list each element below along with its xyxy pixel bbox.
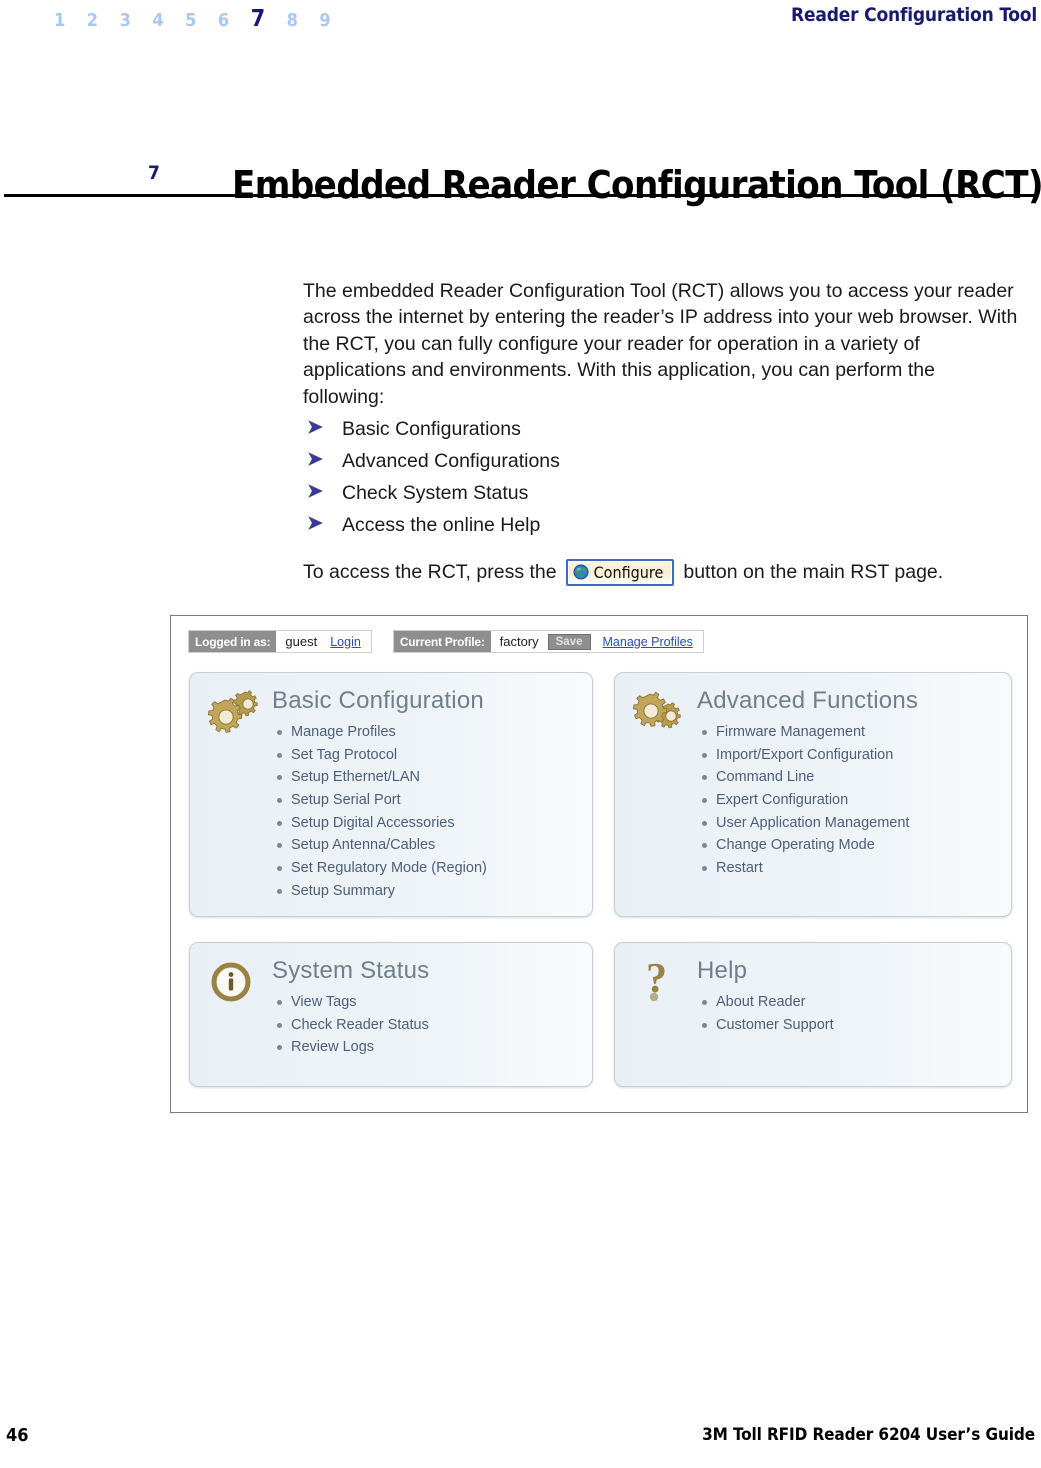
panel-list-item[interactable]: Setup Serial Port: [274, 789, 487, 812]
panel-list-item[interactable]: Set Regulatory Mode (Region): [274, 857, 487, 880]
footer-guide-title: 3M Toll RFID Reader 6204 User’s Guide: [702, 1425, 1035, 1445]
rct-screenshot-figure: Logged in as: guest Login Current Profil…: [170, 615, 1028, 1113]
profile-label: Current Profile:: [393, 631, 491, 652]
profile-value: factory: [499, 634, 539, 649]
login-link[interactable]: Login: [326, 631, 371, 652]
panel-advanced-functions: Advanced Functions Firmware Management Im…: [614, 672, 1012, 917]
feature-list-item: ➤ Advanced Configurations: [303, 446, 903, 478]
page-footer: 46 3M Toll RFID Reader 6204 User’s Guide: [0, 1422, 1041, 1446]
access-text-after: button on the main RST page.: [683, 560, 944, 583]
panel-title: Advanced Functions: [697, 687, 919, 714]
panel-title: Help: [697, 957, 748, 984]
profile-status-group: Current Profile: factory Save Manage Pro…: [392, 630, 704, 653]
login-value: guest: [285, 634, 318, 649]
gears-icon: [207, 686, 265, 740]
panel-basic-configuration: Basic Configuration Manage Profiles Set T…: [189, 672, 593, 917]
feature-label: Basic Configurations: [342, 418, 521, 440]
page-title: Embedded Reader Configuration Tool (RCT): [232, 163, 1041, 208]
arrow-bullet-icon: ➤: [307, 513, 323, 534]
chapter-link-9[interactable]: 9: [319, 10, 330, 31]
chapter-link-1[interactable]: 1: [54, 10, 65, 31]
panel-list-item[interactable]: Expert Configuration: [699, 789, 909, 812]
arrow-bullet-icon: ➤: [307, 417, 323, 438]
manage-profiles-link[interactable]: Manage Profiles: [599, 631, 703, 652]
configure-button[interactable]: Configure: [565, 558, 675, 586]
panel-list-item[interactable]: Change Operating Mode: [699, 834, 909, 857]
chapter-link-4[interactable]: 4: [152, 10, 163, 31]
question-mark-icon: ?: [632, 956, 690, 1010]
panel-list-item[interactable]: Set Tag Protocol: [274, 744, 487, 767]
feature-label: Advanced Configurations: [342, 450, 560, 472]
access-text-before: To access the RCT, press the: [303, 560, 557, 583]
chapter-link-7[interactable]: 7: [251, 6, 265, 32]
save-profile-button[interactable]: Save: [547, 633, 591, 650]
arrow-bullet-icon: ➤: [307, 449, 323, 470]
panel-list-item[interactable]: Command Line: [699, 766, 909, 789]
chapter-link-8[interactable]: 8: [287, 10, 298, 31]
chapter-number-strip: 1 2 34 5 6 7 89: [54, 6, 331, 32]
chapter-link-2[interactable]: 2: [87, 10, 98, 31]
panel-list-item[interactable]: Setup Antenna/Cables: [274, 834, 487, 857]
chapter-link-5[interactable]: 5: [185, 10, 196, 31]
page-number: 46: [6, 1425, 29, 1446]
panel-list-item[interactable]: Review Logs: [274, 1036, 429, 1059]
panel-list-item[interactable]: Setup Digital Accessories: [274, 812, 487, 835]
title-divider: [4, 194, 1037, 197]
panel-list-item[interactable]: Setup Ethernet/LAN: [274, 766, 487, 789]
feature-list-item: ➤ Access the online Help: [303, 510, 903, 542]
panel-list-item[interactable]: Import/Export Configuration: [699, 744, 909, 767]
panel-list-item[interactable]: Restart: [699, 857, 909, 880]
status-bar: Logged in as: guest Login Current Profil…: [188, 630, 704, 653]
header-title: Reader Configuration Tool: [791, 4, 1037, 26]
login-label: Logged in as:: [189, 631, 277, 652]
chapter-link-3[interactable]: 3: [120, 10, 131, 31]
panel-list-item[interactable]: User Application Management: [699, 812, 909, 835]
panel-item-list: Manage Profiles Set Tag Protocol Setup Eth…: [274, 721, 487, 903]
info-icon: [207, 956, 265, 1010]
feature-list: ➤ Basic Configurations ➤ Advanced Configura…: [303, 414, 903, 542]
arrow-bullet-icon: ➤: [307, 481, 323, 502]
intro-paragraph: The embedded Reader Configuration Tool (…: [303, 279, 1018, 408]
panel-list-item[interactable]: Manage Profiles: [274, 721, 487, 744]
configure-button-label: Configure: [593, 562, 664, 582]
feature-label: Access the online Help: [342, 514, 541, 536]
running-header: 1 2 34 5 6 7 89 Reader Configuration Tool: [0, 0, 1041, 46]
globe-icon: [573, 564, 589, 580]
login-status-group: Logged in as: guest Login: [188, 630, 372, 653]
panel-item-list: About Reader Customer Support: [699, 991, 834, 1036]
panel-title: System Status: [272, 957, 430, 984]
panel-list-item[interactable]: Check Reader Status: [274, 1014, 429, 1037]
feature-list-item: ➤ Basic Configurations: [303, 414, 903, 446]
panel-list-item[interactable]: Customer Support: [699, 1014, 834, 1037]
panel-list-item[interactable]: View Tags: [274, 991, 429, 1014]
panel-item-list: View Tags Check Reader Status Review Logs: [274, 991, 429, 1059]
gears-icon: [632, 686, 690, 740]
panel-list-item[interactable]: About Reader: [699, 991, 834, 1014]
panel-help: ? Help About Reader Customer Support: [614, 942, 1012, 1087]
feature-label: Check System Status: [342, 482, 529, 504]
access-instruction: To access the RCT, press the Configure b…: [303, 556, 1033, 588]
panel-item-list: Firmware Management Import/Export Configu…: [699, 721, 909, 880]
feature-list-item: ➤ Check System Status: [303, 478, 903, 510]
panel-list-item[interactable]: Setup Summary: [274, 880, 487, 903]
panel-title: Basic Configuration: [272, 687, 484, 714]
panel-list-item[interactable]: Firmware Management: [699, 721, 909, 744]
chapter-title-block: 7 Embedded Reader Configuration Tool (RC…: [0, 138, 1041, 207]
chapter-link-6[interactable]: 6: [218, 10, 229, 31]
chapter-number: 7: [148, 162, 160, 184]
panel-system-status: System Status View Tags Check Reader Stat…: [189, 942, 593, 1087]
